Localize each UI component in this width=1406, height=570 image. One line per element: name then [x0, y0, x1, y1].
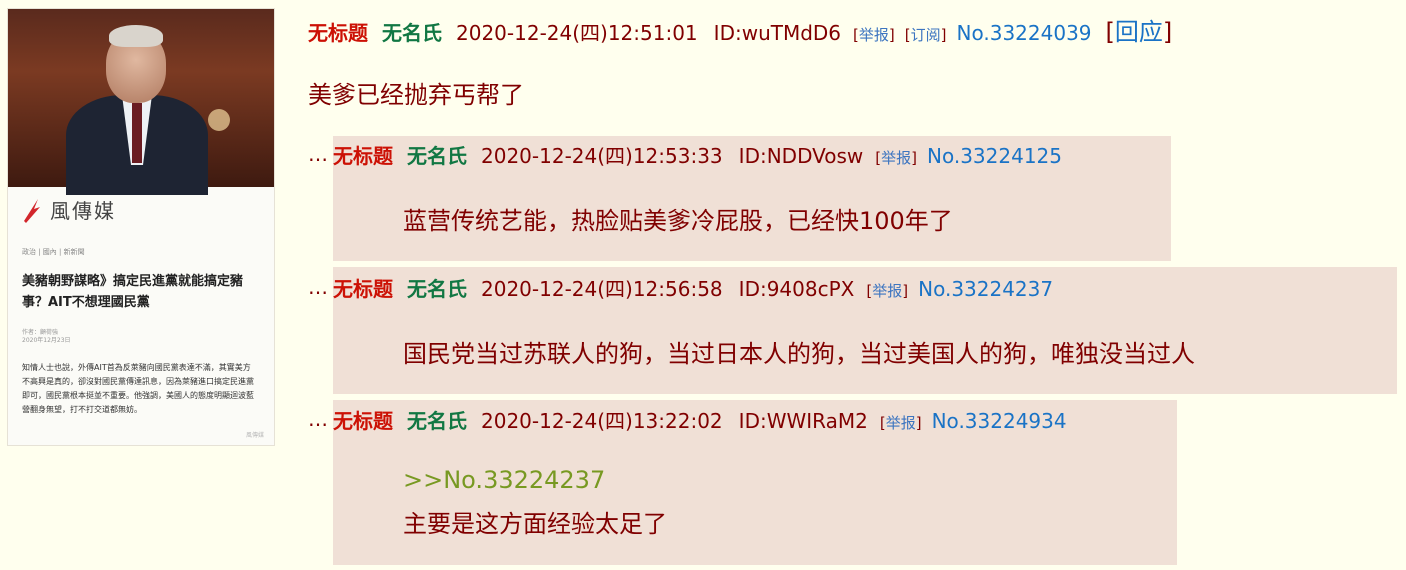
reply-number[interactable]: No.33224125 — [927, 144, 1062, 168]
reply-ellipsis: … — [308, 275, 328, 299]
reply-number[interactable]: No.33224237 — [918, 277, 1053, 301]
article-breadcrumb: 政治 | 國內 | 新新聞 — [22, 248, 85, 256]
reply-content: 主要是这方面经验太足了 — [403, 510, 667, 538]
reply-datetime: 2020-12-24(四)12:53:33 — [481, 144, 723, 168]
reply-title: 无标题 — [333, 144, 393, 168]
reply-header: 无标题 无名氏 2020-12-24(四)12:56:58 ID:9408cPX… — [333, 273, 1067, 302]
report-link[interactable]: 举报 — [859, 26, 889, 44]
reply-header: 无标题 无名氏 2020-12-24(四)12:53:33 ID:NDDVosw… — [333, 140, 1076, 169]
reply-number[interactable]: No.33224934 — [932, 409, 1067, 433]
reply-ellipsis: … — [308, 407, 328, 431]
quote-link[interactable]: >>No.33224237 — [403, 466, 605, 494]
report-link-wrap: [举报] — [866, 282, 909, 300]
reply-datetime: 2020-12-24(四)12:56:58 — [481, 277, 723, 301]
report-link-wrap: [举报] — [879, 414, 922, 432]
brand-name: 風傳媒 — [50, 199, 116, 223]
subscribe-link-wrap: [订阅] — [904, 26, 947, 44]
post-title: 无标题 — [308, 21, 368, 45]
reply-poster-name: 无名氏 — [407, 409, 467, 433]
post-datetime: 2020-12-24(四)12:51:01 — [456, 21, 698, 45]
reply-title: 无标题 — [333, 409, 393, 433]
brand-logo-icon — [24, 198, 40, 223]
report-link[interactable]: 举报 — [881, 149, 911, 167]
article-watermark: 風傳媒 — [245, 432, 264, 439]
reply-content: 蓝营传统艺能，热脸贴美爹冷屁股，已经快100年了 — [403, 207, 953, 235]
poster-name: 无名氏 — [382, 21, 442, 45]
brand-row: 風傳媒 — [20, 195, 116, 224]
report-link-wrap: [举报] — [875, 149, 917, 167]
report-link[interactable]: 举报 — [886, 414, 916, 432]
reply-datetime: 2020-12-24(四)13:22:02 — [481, 409, 723, 433]
reply-poster-id: ID:9408cPX — [738, 277, 855, 301]
post-number[interactable]: No.33224039 — [957, 21, 1092, 45]
person-hair — [109, 25, 163, 47]
reply-content: 国民党当过苏联人的狗，当过日本人的狗，当过美国人的狗，唯独没当过人 — [403, 340, 1195, 368]
poster-id: ID:wuTMdD6 — [713, 21, 842, 45]
article-body: 知情人士也說，外傳AIT首為反萊豬向國民黨表達不滿，其實美方不高興是真的，卻沒對… — [22, 363, 254, 414]
reply-poster-id: ID:NDDVosw — [738, 144, 864, 168]
subscribe-link[interactable]: 订阅 — [911, 26, 941, 44]
op-header: 无标题 无名氏 2020-12-24(四)12:51:01 ID:wuTMdD6… — [308, 12, 1172, 47]
reply-button-label: 回应 — [1114, 18, 1163, 46]
speaker-photo — [8, 9, 274, 195]
reply-poster-name: 无名氏 — [407, 144, 467, 168]
post-image-thumbnail[interactable]: 風傳媒 政治 | 國內 | 新新聞 美豬朝野謀略》搞定民進黨就能搞定豬事？AIT… — [7, 8, 275, 446]
reply-header: 无标题 无名氏 2020-12-24(四)13:22:02 ID:WWIRaM2… — [333, 405, 1081, 434]
article-headline: 美豬朝野謀略》搞定民進黨就能搞定豬事？AIT不想理國民黨 — [22, 274, 244, 310]
reply-button[interactable]: [回应] — [1106, 12, 1173, 47]
op-content: 美爹已经抛弃丐帮了 — [308, 81, 524, 109]
article-author: 作者：顧荷強 2020年12月23日 — [22, 329, 71, 344]
report-link[interactable]: 举报 — [872, 282, 902, 300]
person-tie — [132, 103, 142, 163]
lamp-light — [208, 109, 230, 131]
reply-poster-id: ID:WWIRaM2 — [738, 409, 868, 433]
reply-title: 无标题 — [333, 277, 393, 301]
report-link-wrap: [举报] — [853, 26, 895, 44]
reply-ellipsis: … — [308, 142, 328, 166]
reply-poster-name: 无名氏 — [407, 277, 467, 301]
